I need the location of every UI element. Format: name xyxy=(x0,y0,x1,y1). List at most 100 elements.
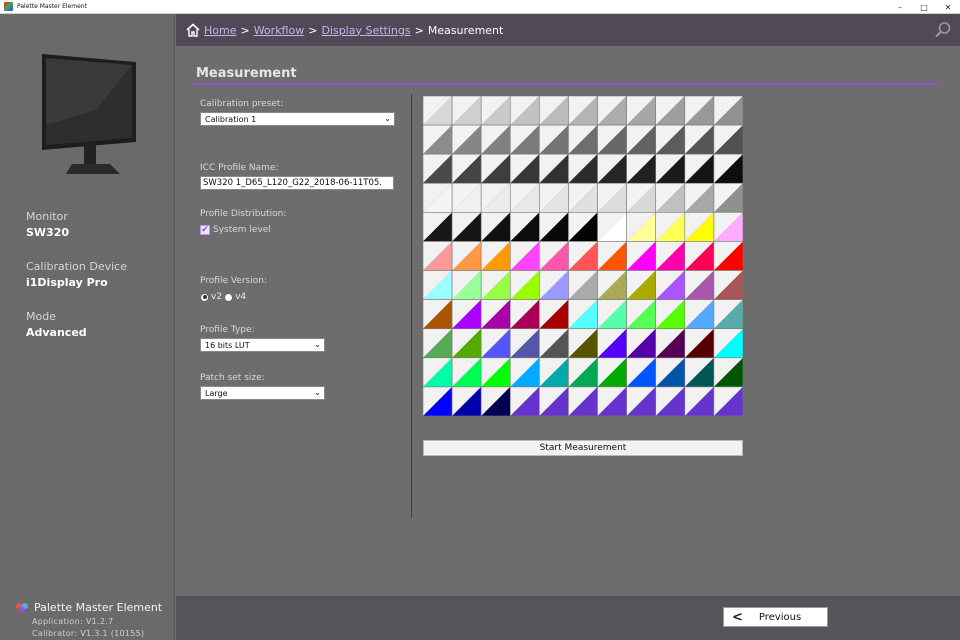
color-patch xyxy=(423,182,453,213)
icc-profile-input[interactable]: SW320 1_D65_L120_G22_2018-06-11T05. xyxy=(200,176,394,190)
color-patch xyxy=(568,386,598,416)
color-patch xyxy=(597,270,627,300)
breadcrumb-separator: > xyxy=(240,23,250,37)
color-patch xyxy=(655,270,686,300)
color-patch xyxy=(684,182,715,213)
color-patch xyxy=(597,124,627,155)
color-patch xyxy=(539,270,569,300)
color-patch xyxy=(451,299,482,330)
radio-v2-label: v2 xyxy=(211,292,223,302)
color-patch-grid xyxy=(423,96,743,416)
color-patch xyxy=(597,153,627,184)
chevron-left-icon: < xyxy=(732,609,743,625)
color-patch xyxy=(597,182,627,213)
close-button[interactable]: ✕ xyxy=(936,0,960,14)
start-measurement-button[interactable]: Start Measurement xyxy=(423,440,743,456)
color-patch xyxy=(423,153,453,184)
monitor-value: SW320 xyxy=(26,226,70,239)
chevron-down-icon: ⌄ xyxy=(314,340,321,349)
color-patch xyxy=(509,96,540,126)
color-patch xyxy=(451,357,482,388)
color-patch xyxy=(626,386,657,416)
color-patch xyxy=(684,270,715,300)
home-icon[interactable] xyxy=(186,23,200,37)
color-patch xyxy=(597,386,627,416)
breadcrumb-display-settings[interactable]: Display Settings xyxy=(321,24,410,37)
color-patch xyxy=(713,124,743,155)
calibration-device-value: i1Display Pro xyxy=(26,276,108,289)
breadcrumb-workflow[interactable]: Workflow xyxy=(254,24,305,37)
color-patch xyxy=(626,328,657,359)
title-underline xyxy=(194,83,938,85)
icc-profile-label: ICC Profile Name: xyxy=(200,163,279,173)
color-patch xyxy=(597,328,627,359)
patch-set-select[interactable]: Large ⌄ xyxy=(200,386,325,400)
vertical-divider xyxy=(411,94,412,518)
color-patch xyxy=(713,270,743,300)
color-patch xyxy=(451,212,482,242)
maximize-button[interactable]: □ xyxy=(912,0,936,14)
color-patch xyxy=(423,270,453,300)
profile-type-select[interactable]: 16 bits LUT ⌄ xyxy=(200,338,325,352)
color-patch xyxy=(480,270,511,300)
color-patch xyxy=(509,328,540,359)
monitor-label: Monitor xyxy=(26,210,68,223)
color-patch xyxy=(655,212,686,242)
color-patch xyxy=(509,212,540,242)
color-patch xyxy=(451,328,482,359)
color-patch xyxy=(626,124,657,155)
color-patch xyxy=(626,153,657,184)
color-patch xyxy=(597,299,627,330)
radio-v2[interactable] xyxy=(200,292,209,302)
header-bar: Home > Workflow > Display Settings > Mea… xyxy=(176,14,960,46)
brand-logo-icon xyxy=(16,602,30,613)
color-patch xyxy=(423,212,453,242)
color-patch xyxy=(568,153,598,184)
color-patch xyxy=(568,270,598,300)
color-patch xyxy=(568,299,598,330)
color-patch xyxy=(626,357,657,388)
color-patch xyxy=(655,124,686,155)
radio-v4-label: v4 xyxy=(235,292,247,302)
app-logo-icon xyxy=(4,2,13,11)
color-patch xyxy=(480,153,511,184)
profile-version-label: Profile Version: xyxy=(200,276,267,286)
system-level-checkbox[interactable]: ✔ xyxy=(200,225,210,235)
footer-bar: < Previous xyxy=(176,596,960,640)
radio-v4[interactable] xyxy=(224,292,234,302)
color-patch xyxy=(626,96,657,126)
color-patch xyxy=(509,357,540,388)
color-patch xyxy=(480,241,511,271)
color-patch xyxy=(626,212,657,242)
minimize-button[interactable]: – xyxy=(888,0,912,14)
color-patch xyxy=(480,357,511,388)
color-patch xyxy=(539,124,569,155)
profile-type-label: Profile Type: xyxy=(200,325,255,335)
system-level-label: System level xyxy=(213,225,271,235)
color-patch xyxy=(539,96,569,126)
color-patch xyxy=(539,212,569,242)
color-patch xyxy=(655,299,686,330)
breadcrumb-separator: > xyxy=(414,23,424,37)
patch-set-label: Patch set size: xyxy=(200,373,265,383)
brand-name: Palette Master Element xyxy=(34,601,163,614)
calibration-preset-select[interactable]: Calibration 1 ⌄ xyxy=(200,112,395,126)
color-patch xyxy=(423,241,453,271)
color-patch xyxy=(684,386,715,416)
calibration-device-label: Calibration Device xyxy=(26,260,127,273)
color-patch xyxy=(684,212,715,242)
calibrator-version: Calibrator: V1.3.1 (10155) xyxy=(32,629,145,638)
color-patch xyxy=(597,96,627,126)
color-patch xyxy=(423,357,453,388)
color-patch xyxy=(568,357,598,388)
color-patch xyxy=(451,96,482,126)
color-patch xyxy=(684,299,715,330)
system-level-option[interactable]: ✔ System level xyxy=(200,225,271,235)
breadcrumb-home[interactable]: Home xyxy=(204,24,236,37)
color-patch xyxy=(539,153,569,184)
color-patch xyxy=(423,299,453,330)
profile-type-value: 16 bits LUT xyxy=(205,340,250,350)
app-version: Application: V1.2.7 xyxy=(32,617,114,626)
previous-button[interactable]: < Previous xyxy=(723,607,828,627)
search-icon[interactable] xyxy=(934,21,952,39)
